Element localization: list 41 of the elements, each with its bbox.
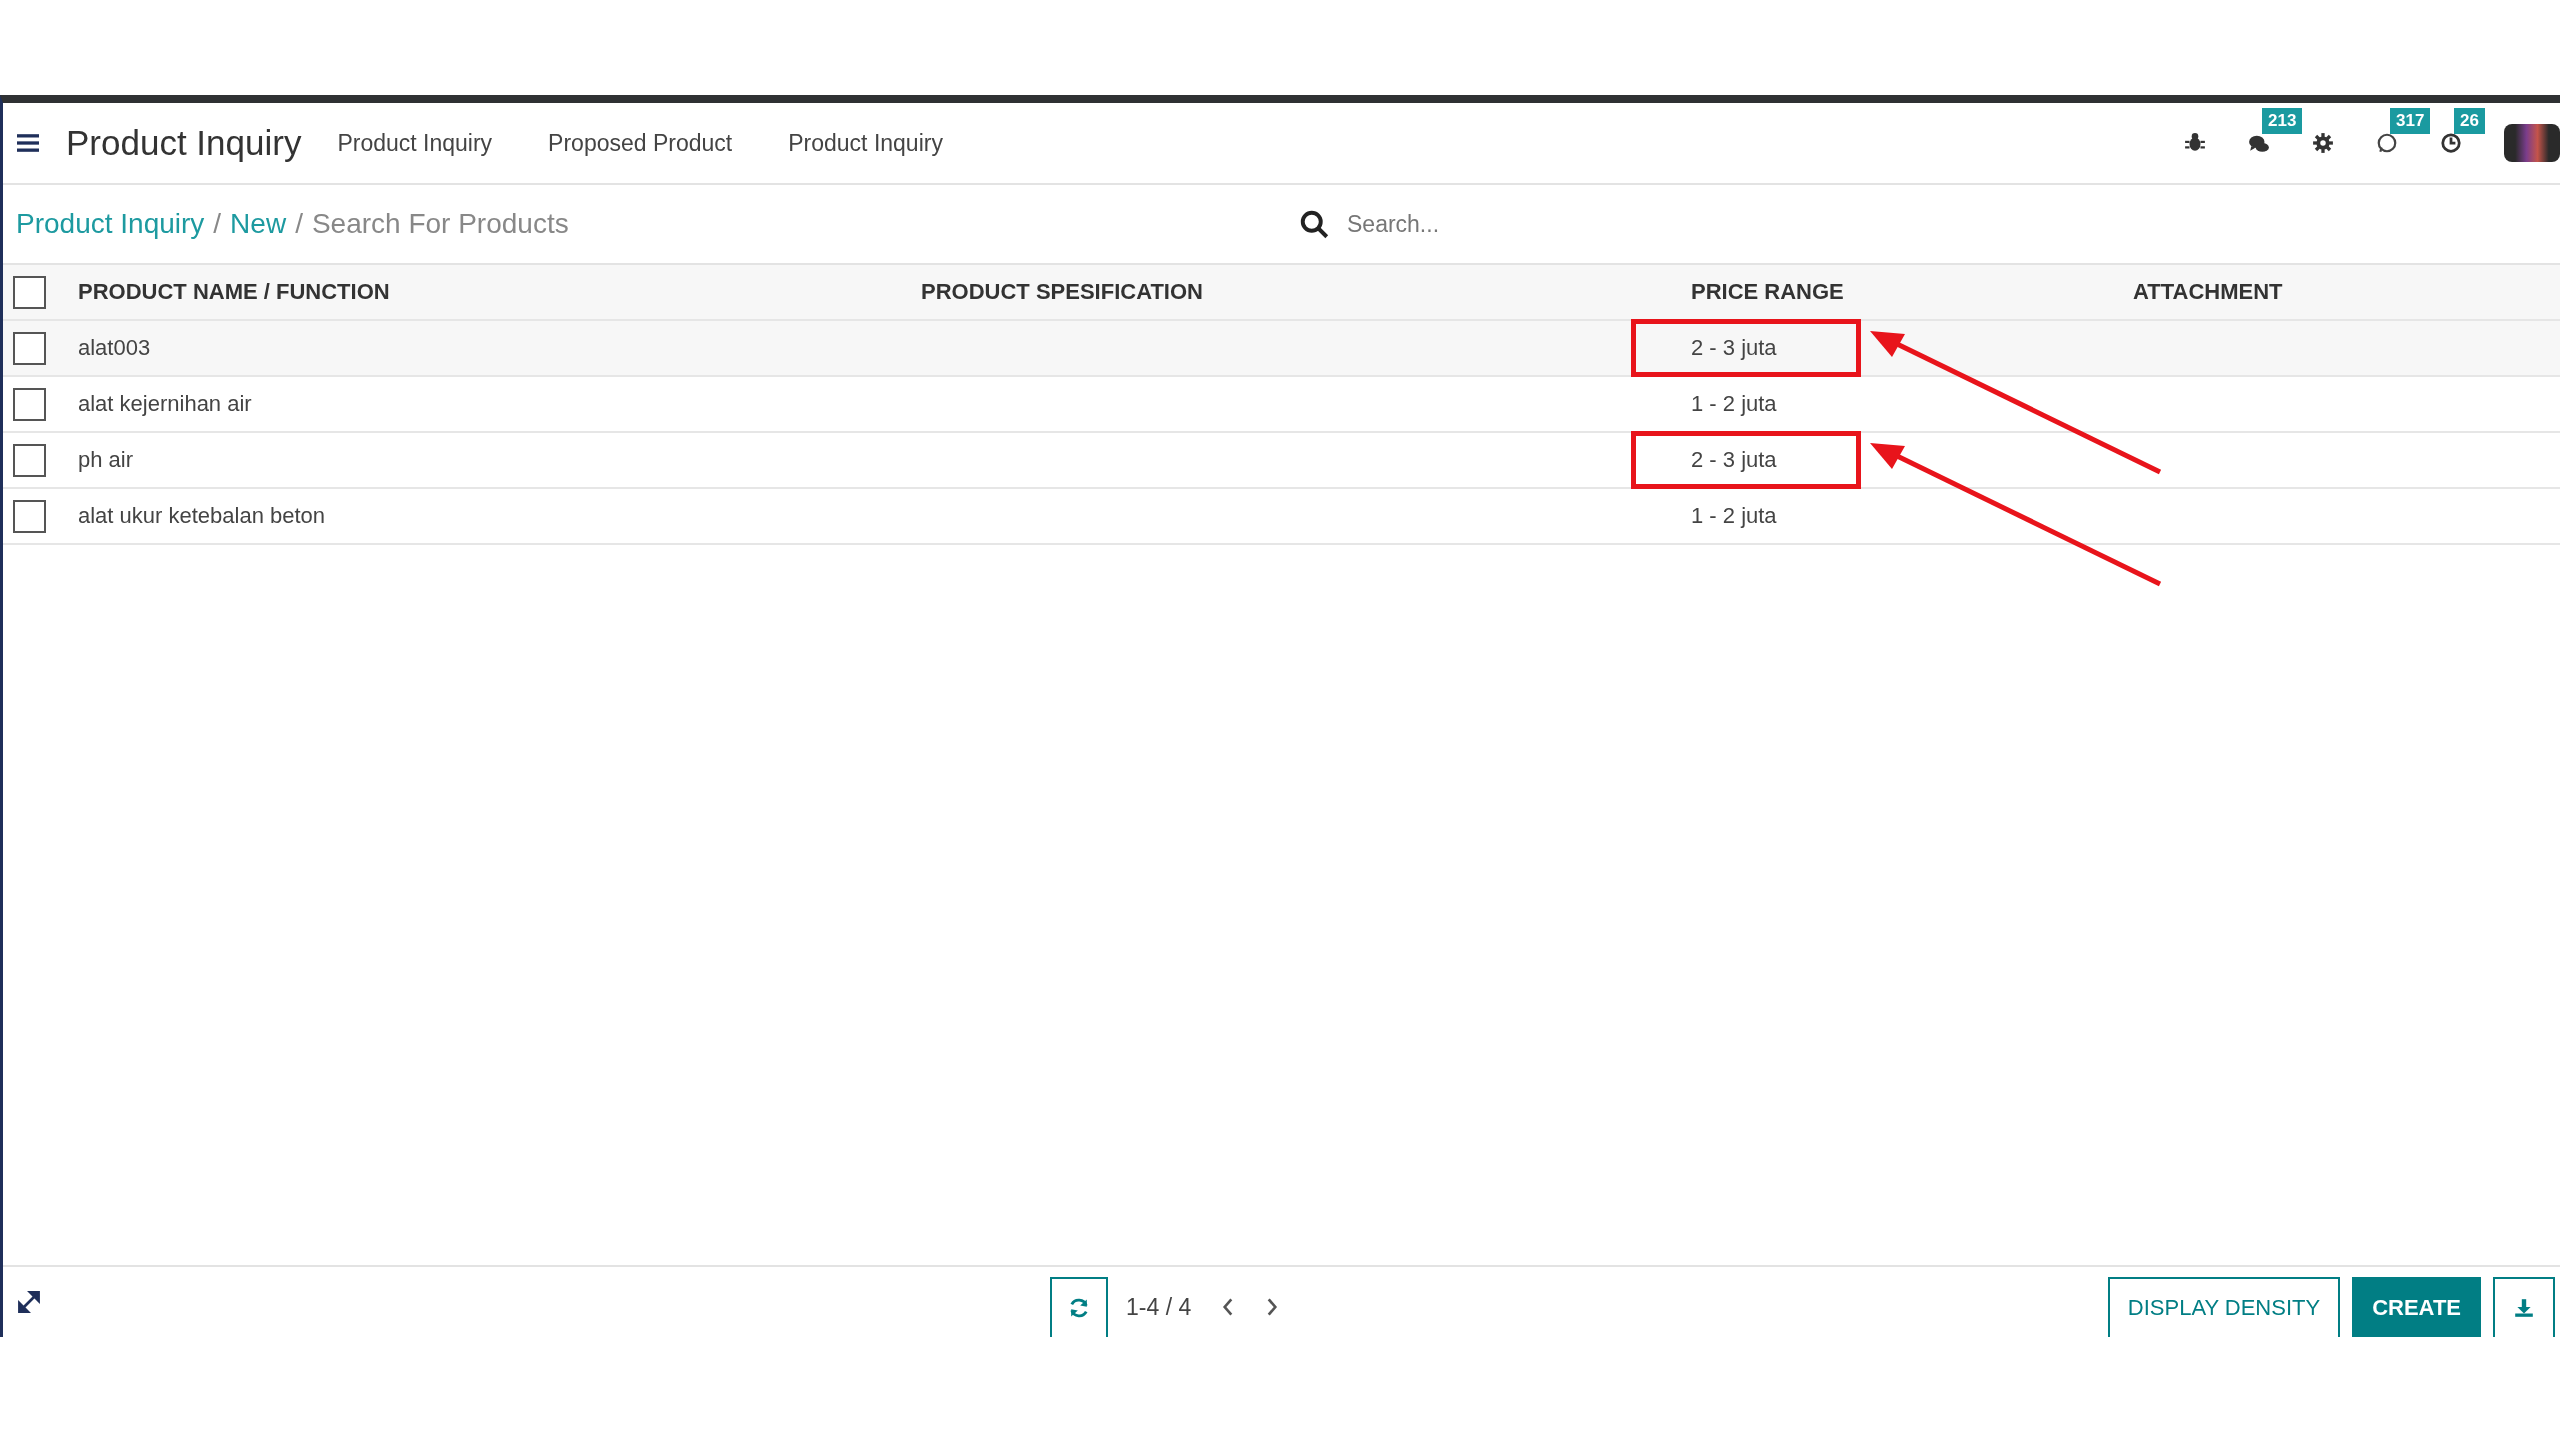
notification-badge: 26 <box>2454 108 2485 134</box>
clock-icon[interactable] <box>2440 132 2462 154</box>
pager-value[interactable]: 1-4 / 4 <box>1126 1293 1192 1321</box>
price-range-cell: 1 - 2 juta <box>1691 391 1777 417</box>
row-checkbox[interactable] <box>13 331 46 365</box>
product-name-cell: alat003 <box>78 335 151 360</box>
product-name-cell: alat ukur ketebalan beton <box>78 503 326 528</box>
search-icon <box>1299 209 1329 239</box>
column-header[interactable]: ATTACHMENT <box>2133 279 2283 304</box>
price-range-cell: 1 - 2 juta <box>1691 503 1777 529</box>
phone-chat-icon[interactable] <box>2376 132 2398 154</box>
menu-icon[interactable] <box>17 134 39 152</box>
refresh-button[interactable] <box>1050 1277 1108 1337</box>
download-icon <box>2513 1297 2535 1319</box>
price-range-cell: 2 - 3 juta <box>1691 447 1777 473</box>
price-range-cell: 2 - 3 juta <box>1691 335 1777 361</box>
menu-item[interactable]: Proposed Product <box>548 129 733 157</box>
notification-badge: 213 <box>2262 108 2303 134</box>
avatar-thumbnail[interactable] <box>2504 124 2560 162</box>
next-page-icon[interactable] <box>1265 1296 1280 1318</box>
page-title: Search For Products <box>311 208 569 240</box>
product-name-cell: alat kejernihan air <box>78 391 252 416</box>
column-header[interactable]: PRODUCT NAME / FUNCTION <box>78 279 390 304</box>
expand-icon[interactable] <box>17 1290 41 1314</box>
row-checkbox[interactable] <box>13 499 46 533</box>
column-header[interactable]: PRODUCT SPESIFICATION <box>921 279 1203 304</box>
create-button[interactable]: CREATE <box>2352 1277 2481 1337</box>
menu-item[interactable]: Product Inquiry <box>337 129 493 157</box>
breadcrumb-separator: / <box>295 208 303 240</box>
app-title: Product Inquiry <box>66 123 302 163</box>
download-button[interactable] <box>2493 1277 2555 1337</box>
select-all-checkbox[interactable] <box>13 275 46 309</box>
column-header[interactable]: PRICE RANGE <box>1691 279 1844 305</box>
row-checkbox[interactable] <box>13 387 46 421</box>
notification-badge: 317 <box>2390 108 2431 134</box>
breadcrumb-separator: / <box>213 208 222 240</box>
product-name-cell: ph air <box>78 447 134 472</box>
bug-icon[interactable] <box>2184 132 2206 154</box>
display-density-button[interactable]: DISPLAY DENSITY <box>2107 1277 2341 1337</box>
menu-item[interactable]: Product Inquiry <box>788 129 943 157</box>
row-checkbox[interactable] <box>13 443 46 477</box>
